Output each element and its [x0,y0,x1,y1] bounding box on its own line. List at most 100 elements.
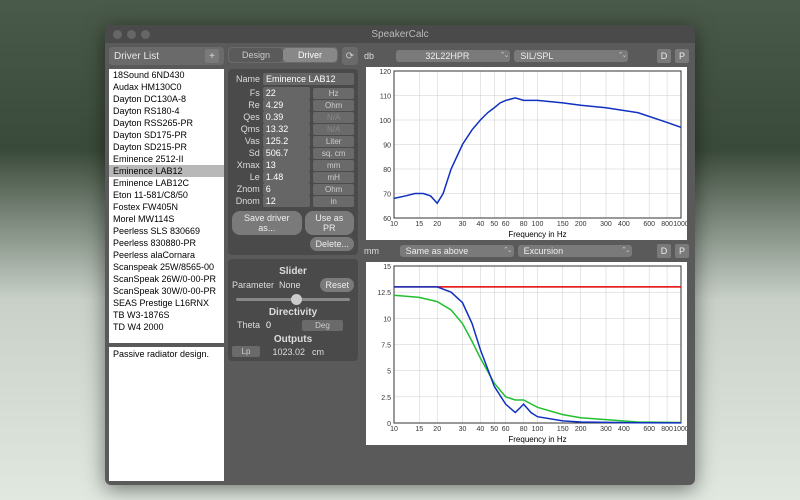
list-item[interactable]: TB W3-1876S [109,309,224,321]
svg-text:Frequency in Hz: Frequency in Hz [508,435,566,444]
svg-text:15: 15 [383,264,391,271]
slider-reset-button[interactable]: Reset [320,278,354,292]
chart-top-p-button[interactable]: P [675,49,689,63]
svg-text:40: 40 [476,221,484,228]
param-row: Re4.29Ohm [232,99,354,111]
param-value[interactable]: 13.32 [263,123,311,135]
tabs: Design Driver ⟳ [228,47,358,65]
param-value[interactable]: 0.39 [263,111,311,123]
theta-value[interactable]: 0 [263,319,299,331]
chart-bottom-mode-dropdown[interactable]: Excursion [518,245,632,257]
chart-top-config-dropdown[interactable]: 32L22HPR [396,50,510,62]
list-item[interactable]: Peerless 830880-PR [109,237,224,249]
param-unit: Ohm [313,100,354,111]
svg-text:90: 90 [383,143,391,150]
refresh-icon[interactable]: ⟳ [342,47,358,65]
list-item[interactable]: Dayton RS180-4 [109,105,224,117]
svg-text:1000: 1000 [673,426,687,433]
list-item[interactable]: SEAS Prestige L16RNX [109,297,224,309]
chart-bottom-d-button[interactable]: D [657,244,671,258]
svg-text:10: 10 [390,426,398,433]
slider-track[interactable] [236,298,350,301]
list-item[interactable]: Dayton RSS265-PR [109,117,224,129]
titlebar[interactable]: SpeakerCalc [105,25,695,43]
svg-text:10: 10 [390,221,398,228]
slider-title: Slider [232,266,354,277]
param-value[interactable]: 506.7 [263,147,311,159]
svg-text:800: 800 [661,221,673,228]
chart-bottom-ylabel: mm [364,246,379,256]
list-item[interactable]: Peerless SLS 830669 [109,225,224,237]
list-item[interactable]: Dayton SD175-PR [109,129,224,141]
param-value[interactable]: 1.48 [263,171,311,183]
list-item[interactable]: Scanspeak 25W/8565-00 [109,261,224,273]
svg-text:50: 50 [490,426,498,433]
list-item[interactable]: ScanSpeak 30W/0-00-PR [109,285,224,297]
tab-design[interactable]: Design [229,48,283,62]
list-item[interactable]: Eminence LAB12 [109,165,224,177]
delete-button[interactable]: Delete... [310,237,354,251]
lp-value: 1023.02 [263,347,305,357]
list-item[interactable]: Dayton SD215-PR [109,141,224,153]
list-item[interactable]: Morel MW114S [109,213,224,225]
param-row: Znom6Ohm [232,183,354,195]
list-item[interactable]: Peerless alaCornara [109,249,224,261]
chart-top-d-button[interactable]: D [657,49,671,63]
param-unit: Hz [313,88,354,99]
svg-text:30: 30 [459,426,467,433]
list-item[interactable]: Fostex FW405N [109,201,224,213]
svg-text:15: 15 [415,221,423,228]
list-item[interactable]: 18Sound 6ND430 [109,69,224,81]
driver-note[interactable]: Passive radiator design. [109,347,224,481]
param-label: Qes [232,112,260,122]
svg-text:7.5: 7.5 [381,343,391,350]
chart-top-area: db 32L22HPR SIL/SPL D P 1015203040506080… [362,47,691,242]
list-item[interactable]: Dayton DC130A-8 [109,93,224,105]
svg-text:60: 60 [502,426,510,433]
params-panel: Name Eminence LAB12 Fs22HzRe4.29OhmQes0.… [228,69,358,255]
param-value[interactable]: 13 [263,159,311,171]
param-value[interactable]: 6 [263,183,311,195]
tab-driver[interactable]: Driver [283,48,337,62]
driver-list[interactable]: 18Sound 6ND430Audax HM130C0Dayton DC130A… [109,69,224,343]
svg-text:0: 0 [387,421,391,428]
svg-text:80: 80 [383,167,391,174]
svg-text:100: 100 [532,221,544,228]
param-row: Sd506.7sq. cm [232,147,354,159]
list-item[interactable]: TD W4 2000 [109,321,224,333]
list-item[interactable]: Audax HM130C0 [109,81,224,93]
param-value[interactable]: 4.29 [263,99,311,111]
param-row: Qms13.32N/A [232,123,354,135]
chart-top-header: db 32L22HPR SIL/SPL D P [362,47,691,65]
param-unit: sq. cm [313,148,354,159]
use-as-pr-button[interactable]: Use as PR [305,211,354,235]
svg-text:60: 60 [502,221,510,228]
param-label: Xmax [232,160,260,170]
chart-bottom-p-button[interactable]: P [675,244,689,258]
list-item[interactable]: Eminence LAB12C [109,177,224,189]
name-value[interactable]: Eminence LAB12 [263,73,354,85]
param-label: Le [232,172,260,182]
driver-list-header: Driver List + [109,47,224,65]
list-item[interactable]: Eton 11-581/C8/50 [109,189,224,201]
svg-text:15: 15 [415,426,423,433]
chart-bottom: 1015203040506080100150200300400600800100… [366,262,687,445]
save-driver-button[interactable]: Save driver as... [232,211,302,235]
chart-bottom-config-dropdown[interactable]: Same as above [400,245,514,257]
param-value[interactable]: 12 [263,195,311,207]
slider-thumb[interactable] [291,294,302,305]
svg-text:300: 300 [600,221,612,228]
param-unit: Ohm [313,184,354,195]
svg-text:20: 20 [433,221,441,228]
svg-text:80: 80 [520,221,528,228]
chart-top-mode-dropdown[interactable]: SIL/SPL [514,50,628,62]
list-item[interactable]: ScanSpeak 26W/0-00-PR [109,273,224,285]
param-unit: N/A [313,112,354,123]
svg-text:50: 50 [490,221,498,228]
svg-text:1000: 1000 [673,221,687,228]
svg-text:300: 300 [600,426,612,433]
param-value[interactable]: 22 [263,87,311,99]
param-value[interactable]: 125.2 [263,135,311,147]
add-driver-button[interactable]: + [205,49,219,63]
list-item[interactable]: Eminence 2512-II [109,153,224,165]
